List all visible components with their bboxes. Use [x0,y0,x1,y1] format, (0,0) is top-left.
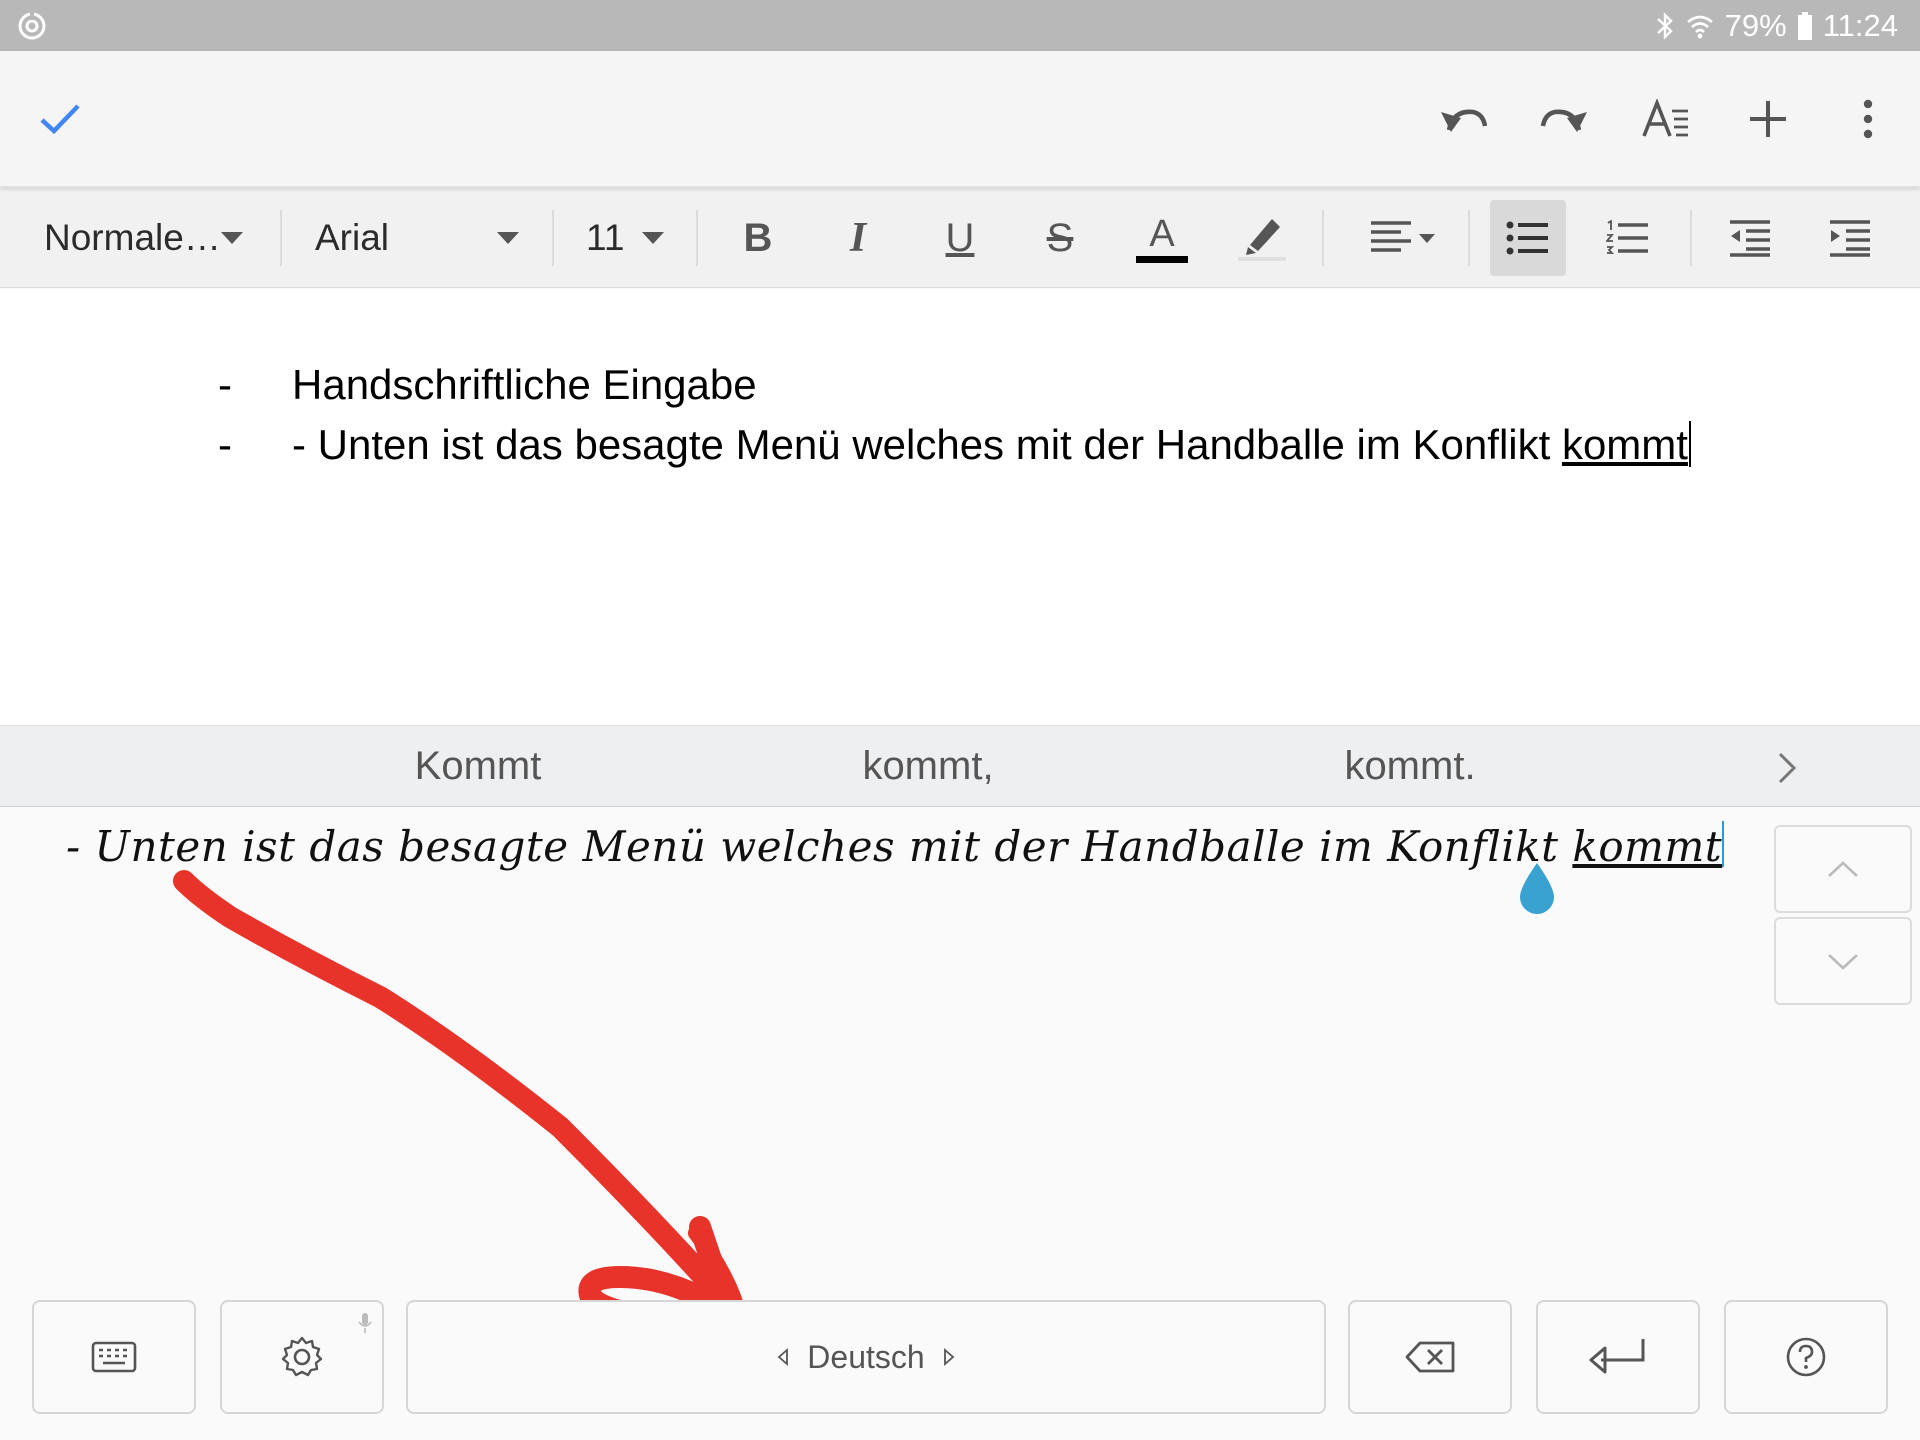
sync-icon [18,12,46,40]
enter-icon [1589,1339,1645,1374]
handwriting-preview: - Unten ist das besagte Menü welches mit… [66,821,1725,871]
status-bar: 79% 11:24 [0,0,1920,51]
toolbar-divider [1322,210,1324,266]
chevron-down-icon [642,232,664,244]
toolbar-divider [696,210,698,266]
font-size-dropdown[interactable]: 11 [586,188,664,288]
toolbar-divider [1468,210,1470,266]
undo-icon [1441,109,1488,132]
bold-label: B [743,215,773,260]
text-color-label: A [1149,212,1175,255]
backspace-icon [1405,1341,1455,1373]
suggestion-bar: Kommt kommt, kommt. [0,725,1920,807]
battery-icon [1797,11,1812,40]
more-options-button[interactable] [1838,89,1898,149]
language-selector: Deutsch [777,1338,955,1376]
toolbar-divider [1690,210,1692,266]
italic-button[interactable]: I [820,200,896,276]
cursor-handle-icon[interactable] [1514,861,1560,917]
handwriting-underlined-word: kommt [1572,822,1723,871]
insert-button[interactable] [1738,89,1798,149]
text-format-icon [1642,99,1688,137]
more-vertical-icon [1863,99,1873,139]
add-icon [1750,101,1786,137]
bulleted-list-icon [1506,221,1548,255]
clock: 11:24 [1822,7,1898,43]
list-item-text-wrap: - Unten ist das besagte Menü welches mit… [292,421,1691,469]
underlined-word: kommt [1561,421,1688,468]
enter-key[interactable] [1536,1300,1700,1414]
scroll-down-button[interactable] [1774,917,1912,1005]
language-label: Deutsch [807,1338,925,1375]
highlight-button[interactable] [1224,200,1300,276]
bulleted-list-button[interactable] [1490,200,1566,276]
list-bullet: - [218,421,232,468]
bold-button[interactable]: B [720,200,796,276]
text-cursor [1688,421,1691,467]
scroll-up-button[interactable] [1774,825,1912,913]
redo-button[interactable] [1534,89,1594,149]
help-key[interactable] [1724,1300,1888,1414]
checkmark-icon [40,104,80,135]
underline-button[interactable]: U [922,200,998,276]
strikethrough-label: S [1046,215,1074,260]
font-dropdown-label: Arial [315,217,390,258]
increase-indent-icon [1830,220,1870,257]
undo-button[interactable] [1434,89,1494,149]
format-toolbar: Normale… Arial 11 B I U S A [0,188,1920,288]
increase-indent-button[interactable] [1812,200,1888,276]
done-button[interactable] [30,89,90,149]
italic-label: I [849,215,867,261]
battery-percent: 79% [1724,7,1787,43]
strikethrough-button[interactable]: S [1022,200,1098,276]
chevron-left-icon [777,1348,789,1366]
chevron-down-icon [497,232,519,244]
font-dropdown[interactable]: Arial [315,188,519,288]
wifi-icon [1686,15,1713,38]
handwriting-text: - Unten ist das besagte Menü welches mit… [66,822,1573,871]
app-bar [0,51,1920,187]
decrease-indent-icon [1730,220,1770,257]
align-left-icon [1371,221,1435,252]
language-key[interactable]: Deutsch [406,1300,1326,1414]
suggestion-item[interactable]: kommt. [1210,744,1610,789]
gear-icon [281,1336,323,1377]
suggestion-item[interactable]: kommt, [728,744,1128,789]
chevron-down-icon [1828,954,1858,970]
text-color-swatch [1136,255,1188,263]
style-dropdown[interactable]: Normale… [44,188,249,288]
suggestion-item[interactable]: Kommt [278,744,678,789]
style-dropdown-label: Normale… [44,217,221,258]
highlighter-icon [1238,219,1286,261]
list-item-text: - Unten ist das besagte Menü welches mit… [292,421,1562,468]
chevron-down-icon [221,232,243,244]
bluetooth-icon [1656,11,1673,40]
document-body[interactable]: - Handschriftliche Eingabe - - Unten ist… [0,289,1920,725]
numbered-list-button[interactable] [1590,200,1666,276]
toolbar-divider [552,210,554,266]
text-color-button[interactable]: A [1124,200,1200,276]
screen: 79% 11:24 Normale… Arial 11 B I U S A - … [0,0,1920,1440]
keyboard-icon [91,1341,137,1373]
microphone-icon [358,1313,372,1333]
keyboard-switch-key[interactable] [32,1300,196,1414]
list-item-text: Handschriftliche Eingabe [292,361,757,408]
chevron-right-icon[interactable] [1772,750,1802,786]
font-size-label: 11 [586,217,625,258]
redo-icon [1540,109,1587,132]
backspace-key[interactable] [1348,1300,1512,1414]
align-button[interactable] [1360,200,1444,276]
text-format-button[interactable] [1636,89,1696,149]
list-bullet: - [218,361,232,408]
settings-key[interactable] [220,1300,384,1414]
handwriting-cursor [1722,821,1725,867]
chevron-right-icon [943,1348,955,1366]
underline-label: U [945,215,975,260]
help-icon [1786,1337,1826,1377]
toolbar-divider [280,210,282,266]
decrease-indent-button[interactable] [1712,200,1788,276]
chevron-up-icon [1828,861,1858,877]
numbered-list-icon [1606,220,1648,254]
